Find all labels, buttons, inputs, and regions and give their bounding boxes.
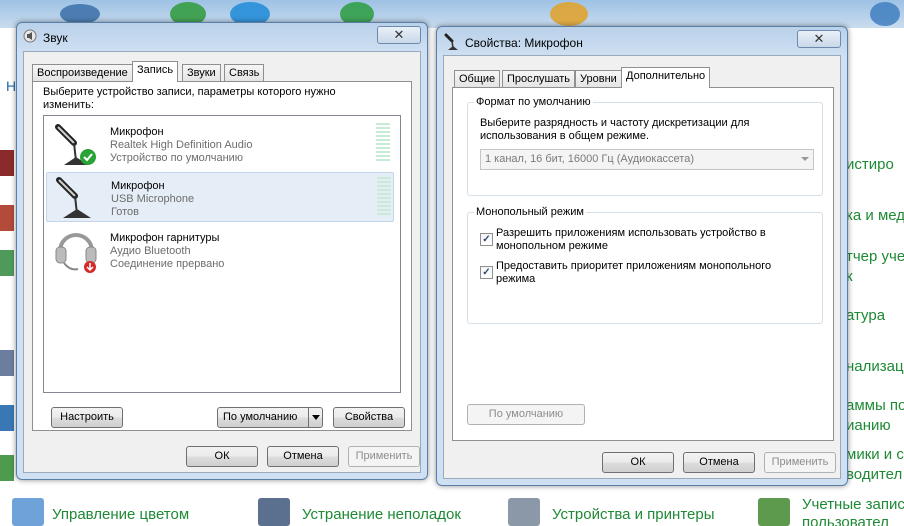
split-dropdown[interactable]: [308, 408, 322, 427]
checkmark-icon: ✓: [482, 234, 491, 245]
recording-instructions: Выберите устройство записи, параметры ко…: [43, 86, 336, 111]
taskbar-app-icon: [60, 4, 100, 24]
tab-sounds[interactable]: Звуки: [182, 64, 221, 82]
bg-link-fragment[interactable]: тчер уче: [846, 248, 904, 265]
exclusive-priority-checkbox[interactable]: ✓: [480, 266, 493, 279]
default-format-group: Формат по умолчанию Выберите разрядность…: [467, 96, 823, 196]
properties-button[interactable]: Свойства: [333, 407, 405, 428]
sound-titlebar[interactable]: Звук ✕: [17, 23, 427, 53]
default-format-title: Формат по умолчанию: [474, 96, 593, 108]
bg-link-devices-printers[interactable]: Устройства и принтеры: [552, 506, 714, 523]
exclusive-mode-group: Монопольный режим ✓ Разрешить приложения…: [467, 206, 823, 324]
speaker-icon: [23, 29, 37, 43]
bg-link-troubleshooting[interactable]: Устранение неполадок: [302, 506, 461, 523]
list-item[interactable]: Микрофон гарнитуры Аудио Bluetooth Соеди…: [46, 225, 394, 275]
cancel-button[interactable]: Отмена: [683, 452, 755, 473]
background-category-icon: [0, 150, 14, 176]
troubleshooting-icon: [258, 498, 290, 526]
bg-link-fragment[interactable]: аммы по: [846, 397, 904, 414]
microphone-default-icon: [50, 121, 100, 172]
bg-link-user-accounts-2[interactable]: пользовател: [802, 514, 889, 526]
close-icon: ✕: [393, 27, 405, 42]
background-category-icon: [0, 205, 14, 231]
device-list[interactable]: Микрофон Realtek High Definition Audio У…: [43, 115, 401, 393]
taskbar-app-icon: [550, 2, 588, 26]
bg-link-color-management[interactable]: Управление цветом: [52, 506, 189, 523]
exclusive-priority-label[interactable]: Предоставить приоритет приложениям моноп…: [496, 260, 796, 286]
default-format-description: Выберите разрядность и частоту дискретиз…: [480, 117, 750, 142]
bg-link-fragment[interactable]: ка и мед: [846, 207, 904, 224]
tab-levels[interactable]: Уровни: [575, 70, 622, 88]
headset-disconnected-icon: [50, 227, 100, 278]
format-selected: 1 канал, 16 бит, 16000 Гц (Аудиокассета): [485, 153, 695, 165]
bg-link-user-accounts[interactable]: Учетные запис: [802, 496, 904, 513]
device-name: Микрофон: [111, 180, 165, 192]
properties-title: Свойства: Микрофон: [465, 36, 583, 50]
device-status: Готов: [111, 206, 139, 218]
level-meter: [376, 123, 390, 163]
tab-recording[interactable]: Запись: [132, 61, 179, 82]
properties-client: Общие Прослушать Уровни Дополнительно Фо…: [443, 55, 841, 479]
bg-link-fragment[interactable]: истиро: [846, 156, 894, 173]
background-category-icon: [0, 455, 14, 481]
level-meter: [377, 177, 391, 217]
device-status: Устройство по умолчанию: [110, 152, 244, 164]
device-driver: Realtek High Definition Audio: [110, 139, 253, 151]
advanced-tabpage: Формат по умолчанию Выберите разрядность…: [452, 87, 834, 441]
allow-exclusive-label[interactable]: Разрешить приложениям использовать устро…: [496, 227, 796, 253]
sound-client: Воспроизведение Запись Звуки Связь Выбер…: [23, 51, 421, 473]
bg-link-fragment[interactable]: ианию: [846, 417, 891, 434]
device-driver: USB Microphone: [111, 193, 195, 205]
bg-link-fragment[interactable]: нализац: [846, 358, 904, 375]
tab-advanced[interactable]: Дополнительно: [621, 67, 711, 88]
color-management-icon: [12, 498, 44, 526]
tab-general[interactable]: Общие: [454, 70, 501, 88]
device-name: Микрофон гарнитуры: [110, 232, 220, 244]
set-default-button[interactable]: По умолчанию: [217, 407, 323, 428]
ok-button[interactable]: ОК: [186, 446, 258, 467]
tab-listen[interactable]: Прослушать: [502, 70, 576, 88]
tab-communications[interactable]: Связь: [224, 64, 265, 82]
exclusive-mode-title: Монопольный режим: [474, 206, 586, 218]
close-icon: ✕: [813, 31, 825, 46]
cancel-button[interactable]: Отмена: [267, 446, 339, 467]
apply-button[interactable]: Применить: [764, 452, 836, 473]
chevron-down-icon: [801, 157, 809, 161]
configure-button[interactable]: Настроить: [51, 407, 123, 428]
list-item[interactable]: Микрофон Realtek High Definition Audio У…: [46, 119, 394, 169]
bg-link-fragment[interactable]: мики и ср: [846, 446, 904, 463]
user-accounts-icon: [758, 498, 790, 526]
recording-tabpage: Выберите устройство записи, параметры ко…: [32, 81, 412, 431]
sound-title: Звук: [43, 31, 68, 45]
apply-button[interactable]: Применить: [348, 446, 420, 467]
printer-icon: [508, 498, 540, 526]
microphone-icon: [51, 174, 101, 225]
device-driver: Аудио Bluetooth: [110, 245, 191, 257]
background-heading: Н: [6, 78, 17, 94]
close-button[interactable]: ✕: [797, 30, 841, 48]
format-select[interactable]: 1 канал, 16 бит, 16000 Гц (Аудиокассета): [480, 149, 814, 170]
background-category-icon: [0, 405, 14, 431]
device-status: Соединение прервано: [110, 258, 225, 270]
allow-exclusive-checkbox[interactable]: ✓: [480, 233, 493, 246]
close-button[interactable]: ✕: [377, 26, 421, 44]
taskbar-app-icon: [870, 2, 900, 26]
checkmark-icon: ✓: [482, 267, 491, 278]
bg-link-fragment[interactable]: атура: [846, 307, 885, 324]
tab-playback[interactable]: Воспроизведение: [32, 64, 133, 82]
ok-button[interactable]: ОК: [602, 452, 674, 473]
sound-dialog: Звук ✕ Воспроизведение Запись Звуки Связ…: [16, 22, 428, 480]
device-name: Микрофон: [110, 126, 164, 138]
microphone-small-icon: [443, 33, 461, 51]
properties-titlebar[interactable]: Свойства: Микрофон ✕: [437, 27, 847, 57]
chevron-down-icon: [312, 415, 320, 420]
set-default-label: По умолчанию: [223, 411, 298, 423]
bg-link-fragment[interactable]: водител: [846, 466, 902, 483]
background-category-icon: [0, 250, 14, 276]
background-category-icon: [0, 350, 14, 376]
mic-properties-dialog: Свойства: Микрофон ✕ Общие Прослушать Ур…: [436, 26, 848, 486]
list-item[interactable]: Микрофон USB Microphone Готов: [46, 172, 394, 222]
restore-defaults-button[interactable]: По умолчанию: [467, 404, 585, 425]
